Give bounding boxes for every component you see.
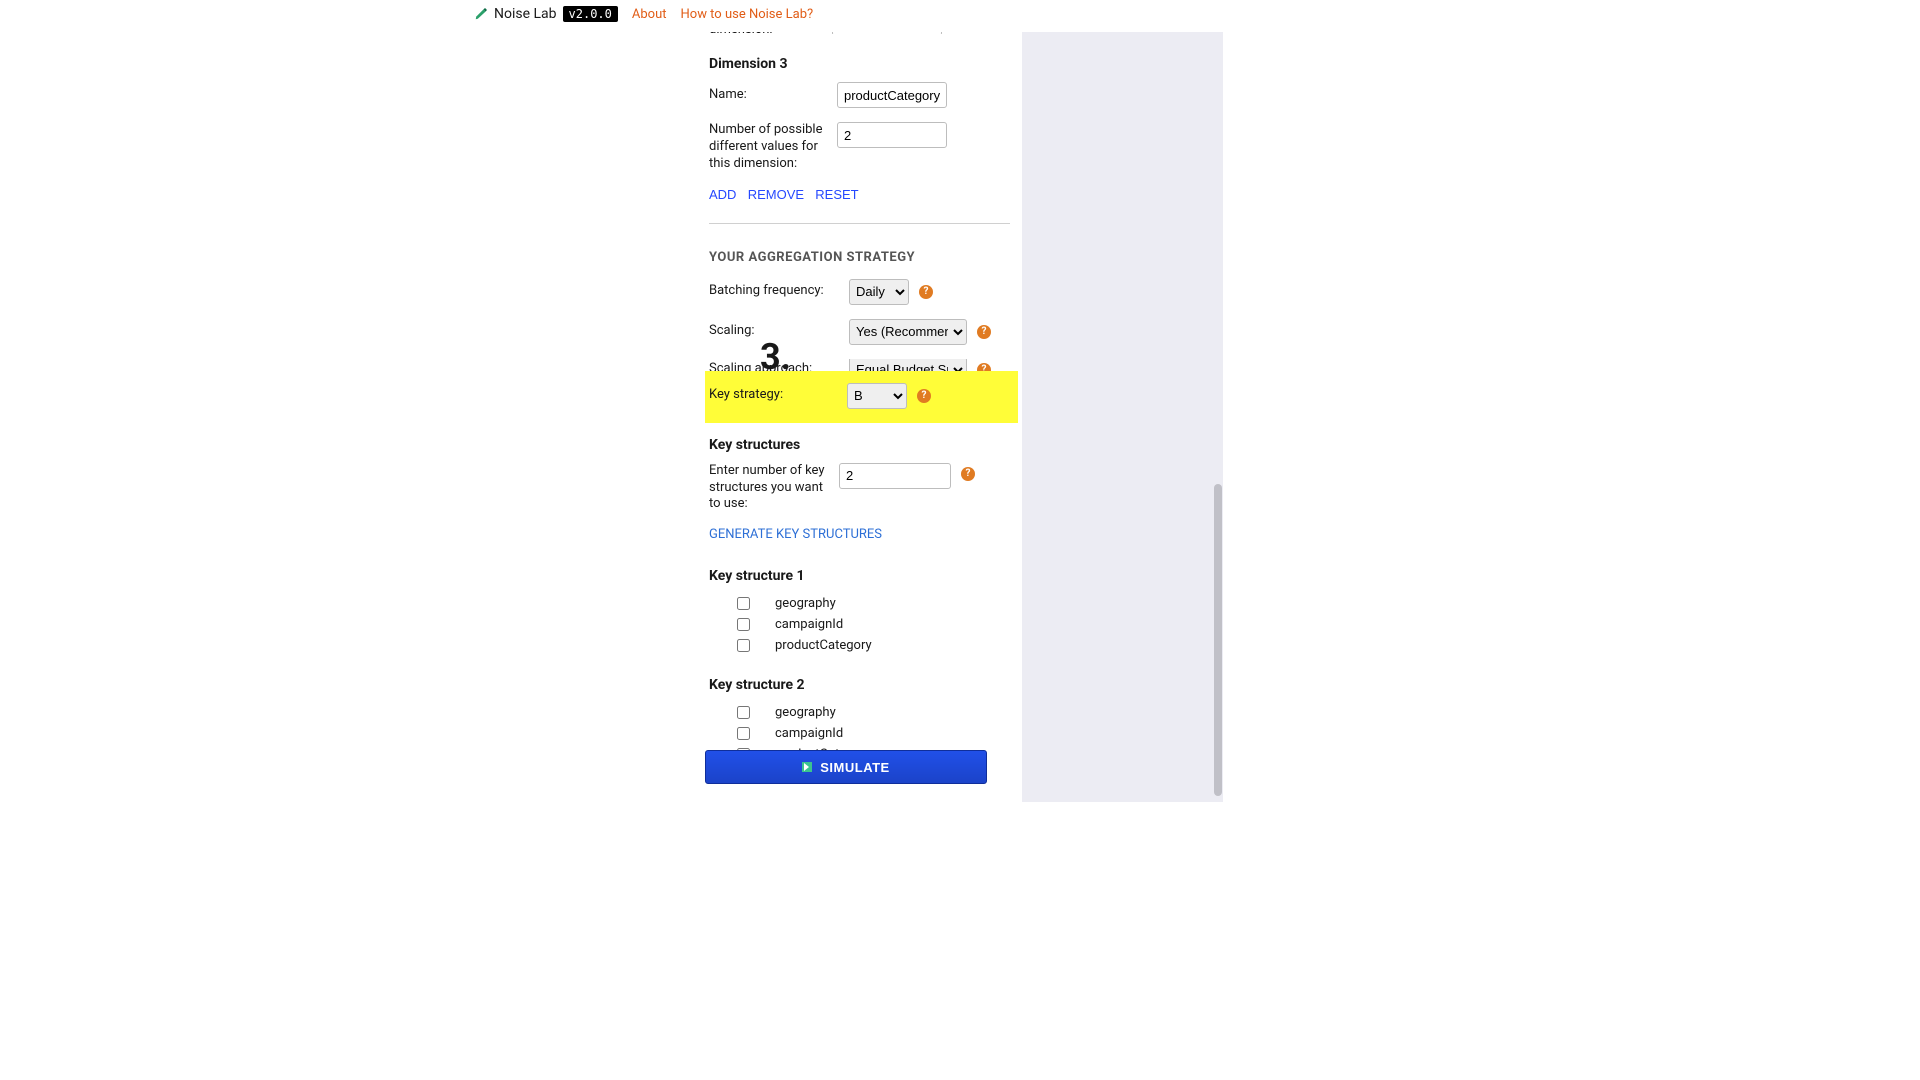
checkbox-label: productCategory (775, 638, 872, 653)
simulate-label: SIMULATE (820, 760, 889, 775)
app-header: Noise Lab v2.0.0 About How to use Noise … (474, 0, 1920, 28)
ks1-productcategory-checkbox[interactable] (737, 639, 750, 652)
scroll-thumb[interactable] (1214, 484, 1222, 796)
pencil-icon (474, 7, 488, 21)
checkbox-label: geography (775, 596, 836, 611)
scaling-select[interactable]: Yes (Recommended) (849, 319, 967, 345)
config-panel: dimension: Dimension 3 Name: Number of p… (697, 32, 1022, 802)
add-dimension-button[interactable]: ADD (709, 187, 736, 202)
nav-about-link[interactable]: About (632, 7, 667, 22)
scaling-approach-cutoff: Scaling approach: Equal Budget Split ? (709, 359, 1010, 371)
play-icon (802, 762, 812, 772)
dim3-count-input[interactable] (837, 122, 947, 148)
key-strategy-select[interactable]: B (847, 383, 907, 409)
dim3-name-input[interactable] (837, 82, 947, 108)
scaling-approach-select[interactable]: Equal Budget Split (849, 359, 967, 371)
brand: Noise Lab v2.0.0 (474, 6, 618, 22)
ks1-options: geography campaignId productCategory (733, 594, 1010, 655)
help-icon[interactable]: ? (919, 285, 933, 299)
ks1-heading: Key structure 1 (709, 568, 1010, 584)
ks-count-input[interactable] (839, 463, 951, 489)
reset-dimensions-button[interactable]: RESET (815, 187, 858, 202)
checkbox-label: campaignId (775, 726, 843, 741)
generate-key-structures-button[interactable]: GENERATE KEY STRUCTURES (709, 527, 1010, 542)
batching-select[interactable]: Daily (849, 279, 909, 305)
ks2-geography-checkbox[interactable] (737, 706, 750, 719)
nav-howto-link[interactable]: How to use Noise Lab? (681, 7, 814, 22)
ks1-geography-checkbox[interactable] (737, 597, 750, 610)
app-title: Noise Lab (494, 6, 557, 22)
help-icon[interactable]: ? (977, 325, 991, 339)
batching-label: Batching frequency: (709, 283, 839, 300)
dim3-name-label: Name: (709, 87, 827, 104)
divider (709, 223, 1010, 224)
dim3-count-label: Number of possible different values for … (709, 122, 827, 173)
stage: dimension: Dimension 3 Name: Number of p… (697, 32, 1223, 802)
checkbox-label: campaignId (775, 617, 843, 632)
step-annotation-3: 3. (760, 336, 791, 378)
prev-dim-count-input[interactable] (832, 32, 942, 34)
key-structures-heading: Key structures (709, 437, 1010, 453)
help-icon[interactable]: ? (977, 363, 991, 371)
ks2-campaignid-checkbox[interactable] (737, 727, 750, 740)
key-strategy-highlight: Key strategy: B ? (705, 371, 1018, 423)
strategy-heading: YOUR AGGREGATION STRATEGY (709, 250, 1010, 265)
help-icon[interactable]: ? (917, 389, 931, 403)
vertical-scrollbar[interactable] (1213, 36, 1223, 798)
key-strategy-label: Key strategy: (709, 387, 837, 404)
previous-dimension-cutoff: dimension: (709, 32, 1010, 34)
ks1-campaignid-checkbox[interactable] (737, 618, 750, 631)
help-icon[interactable]: ? (961, 467, 975, 481)
ks2-heading: Key structure 2 (709, 677, 1010, 693)
dimension3-heading: Dimension 3 (709, 56, 1010, 72)
checkbox-label: geography (775, 705, 836, 720)
ks-count-label: Enter number of key structures you want … (709, 463, 829, 514)
version-badge: v2.0.0 (563, 6, 618, 22)
remove-dimension-button[interactable]: REMOVE (748, 187, 804, 202)
simulate-button[interactable]: SIMULATE (705, 750, 987, 784)
